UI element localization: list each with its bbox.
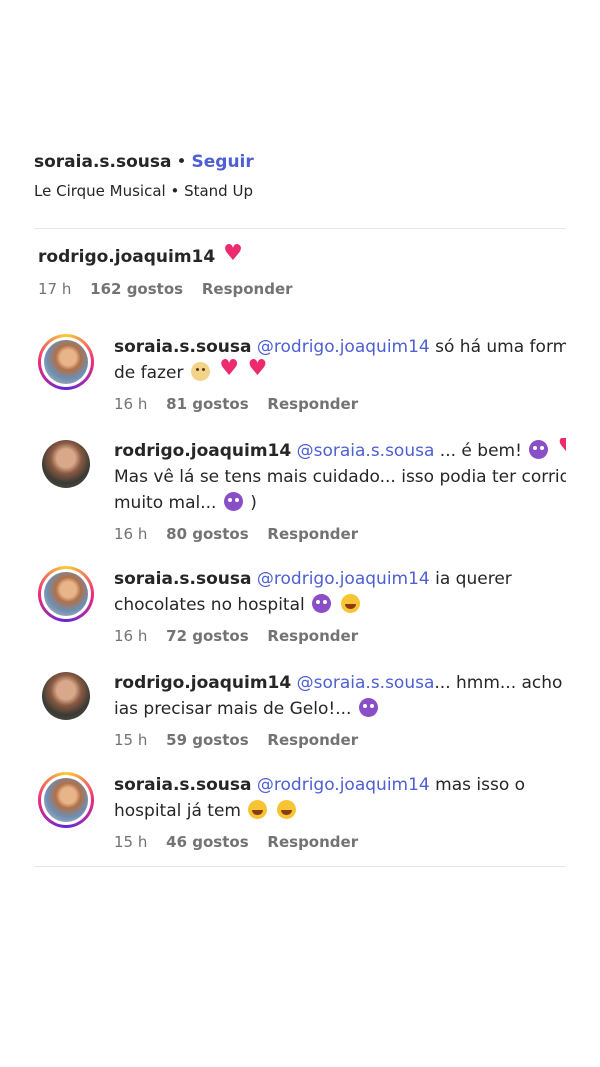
comment-mention[interactable]: @soraia.s.sousa [297,441,435,461]
comment-item: soraia.s.sousa @rodrigo.joaquim14 mas is… [38,772,566,864]
avatar[interactable] [38,334,94,390]
divider [34,866,566,867]
comment-mention[interactable]: @rodrigo.joaquim14 [257,337,430,357]
comment-reply-button[interactable]: Responder [267,525,358,543]
comment-text: ia querer [435,569,512,589]
laughing-emoji-icon [340,594,360,613]
comment-body: rodrigo.joaquim14 @soraia.s.sousa... hmm… [114,670,566,750]
comment-item: rodrigo.joaquim14 @soraia.s.sousa... hmm… [38,670,566,762]
comment-time: 16 h [114,395,148,413]
caption-time: 17 h [38,280,72,298]
comment-likes[interactable]: 46 gostos [166,833,248,851]
comment-body: soraia.s.sousa @rodrigo.joaquim14 só há … [114,334,566,414]
avatar[interactable] [42,440,90,488]
avatar-photo [42,440,90,488]
heart-emoji-icon [558,438,566,460]
comment-username[interactable]: soraia.s.sousa [114,775,251,795]
comment-username[interactable]: rodrigo.joaquim14 [114,673,291,693]
comment-text: só há uma forma [435,337,566,357]
comment-text: chocolates no hospital [114,595,305,615]
caption-text: rodrigo.joaquim14 [38,240,566,271]
comment-mention[interactable]: @rodrigo.joaquim14 [257,569,430,589]
comment-time: 16 h [114,627,148,645]
comment-item: soraia.s.sousa @rodrigo.joaquim14 ia que… [38,566,566,658]
heart-emoji-icon [248,356,268,382]
comment-reply-button[interactable]: Responder [267,833,358,851]
comment-text-line: ias precisar mais de Gelo!... [114,696,566,722]
avatar-photo [44,572,88,616]
comment-time: 15 h [114,833,148,851]
comment-likes[interactable]: 59 gostos [166,731,248,749]
comment-likes[interactable]: 80 gostos [166,525,248,543]
heart-emoji-icon [223,240,243,268]
heart-emoji-icon [219,356,239,382]
comment-reply-button[interactable]: Responder [267,627,358,645]
comment-item: rodrigo.joaquim14 @soraia.s.sousa ... é … [38,438,566,556]
comment-text: ... hmm... acho que [434,673,566,693]
comment-reply-button[interactable]: Responder [267,731,358,749]
comment-meta: 16 h 80 gostos Responder [114,524,566,544]
comment-text: mas isso o [435,775,526,795]
devil-emoji-icon [312,594,332,613]
comment-text-line: Mas vê lá se tens mais cuidado... isso p… [114,467,566,487]
comment-text-line: de fazer [114,356,566,386]
devil-emoji-icon [529,440,549,459]
comment-username[interactable]: rodrigo.joaquim14 [114,441,291,461]
comment-text: hospital já tem [114,801,241,821]
laughing-emoji-icon [248,800,268,819]
face-emoji-icon [190,362,210,381]
comment-text: ... é bem! [439,441,522,461]
caption-reply-button[interactable]: Responder [202,280,293,298]
comment-time: 16 h [114,525,148,543]
caption-meta: 17 h 162 gostos Responder [38,279,566,299]
comment-meta: 16 h 72 gostos Responder [114,626,566,646]
comment-reply-button[interactable]: Responder [267,395,358,413]
comment-mention[interactable]: @rodrigo.joaquim14 [257,775,430,795]
comment-text-line: soraia.s.sousa @rodrigo.joaquim14 mas is… [114,772,566,798]
comment-text: ) [250,493,257,513]
post-header: soraia.s.sousa • Seguir Le Cirque Musical … [34,148,566,204]
comment-body: rodrigo.joaquim14 @soraia.s.sousa ... é … [114,438,566,544]
devil-emoji-icon [223,492,243,511]
comment-meta: 15 h 46 gostos Responder [114,832,566,852]
comment-text: de fazer [114,363,184,383]
follow-button[interactable]: Seguir [192,152,254,172]
avatar[interactable] [38,772,94,828]
comment-text-line: rodrigo.joaquim14 @soraia.s.sousa... hmm… [114,670,566,696]
separator-dot: • [176,152,187,172]
comment-likes[interactable]: 81 gostos [166,395,248,413]
comment-text: muito mal... [114,493,217,513]
comment-meta: 15 h 59 gostos Responder [114,730,566,750]
caption-comment: rodrigo.joaquim14 17 h 162 gostos Respon… [38,240,566,299]
comment-text-line: soraia.s.sousa @rodrigo.joaquim14 ia que… [114,566,566,592]
post-author-username[interactable]: soraia.s.sousa [34,152,171,172]
post-author-row: soraia.s.sousa • Seguir [34,148,566,176]
comment-username[interactable]: soraia.s.sousa [114,337,251,357]
comment-text-line: muito mal... ) [114,490,566,516]
caption-username[interactable]: rodrigo.joaquim14 [38,247,215,267]
avatar-photo [44,778,88,822]
avatar-photo [44,340,88,384]
comment-text-line: rodrigo.joaquim14 @soraia.s.sousa ... é … [114,438,566,464]
comment-body: soraia.s.sousa @rodrigo.joaquim14 mas is… [114,772,566,852]
post-subtitle: Le Cirque Musical • Stand Up [34,182,253,200]
comment-mention[interactable]: @soraia.s.sousa [297,673,435,693]
avatar[interactable] [38,566,94,622]
caption-likes[interactable]: 162 gostos [90,280,183,298]
devil-emoji-icon [358,698,378,717]
comment-text-line: hospital já tem [114,798,566,824]
avatar[interactable] [42,672,90,720]
comment-text-line: soraia.s.sousa @rodrigo.joaquim14 só há … [114,334,566,360]
comment-username[interactable]: soraia.s.sousa [114,569,251,589]
laughing-emoji-icon [276,800,296,819]
comment-text-line: chocolates no hospital [114,592,566,618]
avatar-photo [42,672,90,720]
comment-body: soraia.s.sousa @rodrigo.joaquim14 ia que… [114,566,566,646]
divider [34,228,566,229]
comment-time: 15 h [114,731,148,749]
comment-likes[interactable]: 72 gostos [166,627,248,645]
comment-meta: 16 h 81 gostos Responder [114,394,566,414]
comment-item: soraia.s.sousa @rodrigo.joaquim14 só há … [38,334,566,426]
comment-text: ias precisar mais de Gelo!... [114,699,352,719]
